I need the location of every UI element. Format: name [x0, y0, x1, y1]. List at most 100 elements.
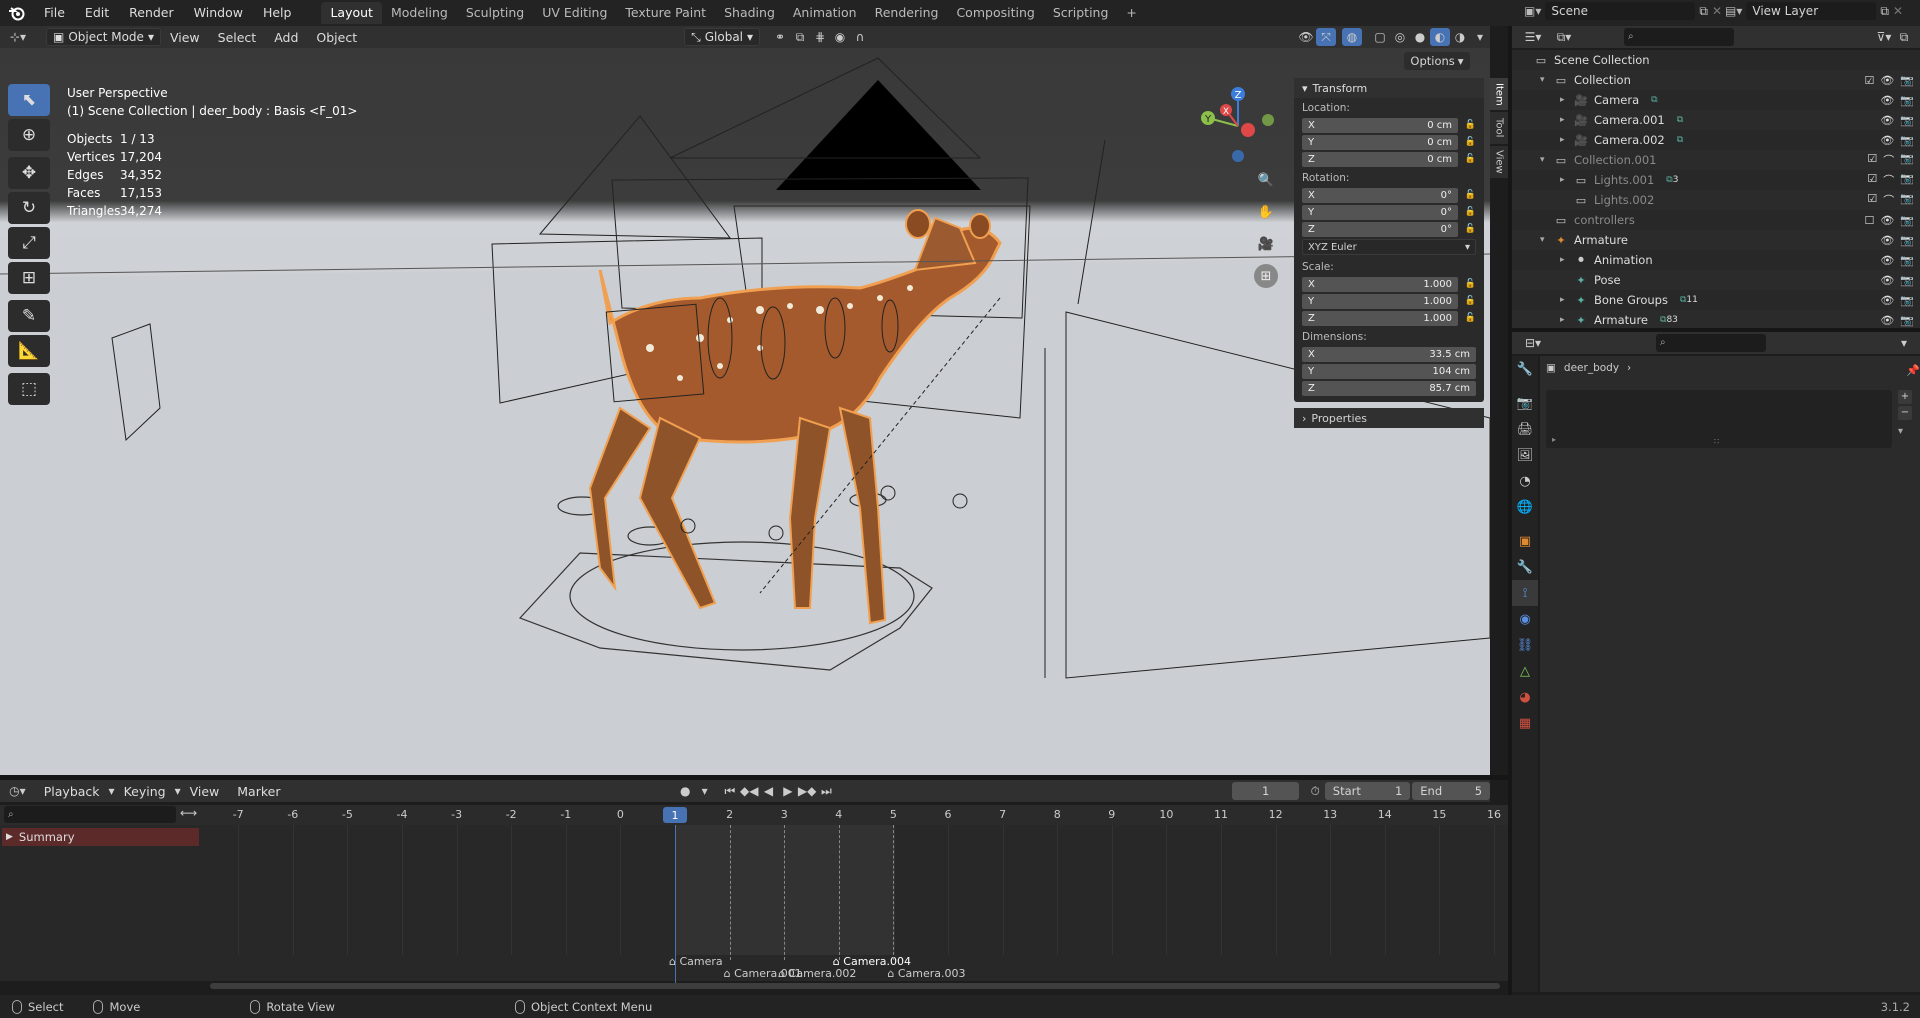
tool-icon[interactable]: 🔧 — [1512, 356, 1538, 382]
render-camera-icon[interactable]: 📷 — [1900, 74, 1914, 87]
timeline-menu-playback[interactable]: Playback — [35, 784, 109, 799]
dimensions-z-field[interactable]: Z 85.7 cm — [1302, 380, 1476, 396]
visibility-eye-icon[interactable]: ⌒ — [1883, 172, 1894, 188]
lock-icon[interactable]: 🔓 — [1458, 313, 1476, 323]
rotation-mode-dropdown[interactable]: XYZ Euler ▾ — [1302, 239, 1476, 255]
exclude-checkbox-icon[interactable]: ☑ — [1864, 74, 1874, 87]
render-camera-icon[interactable]: 📷 — [1900, 314, 1914, 327]
viewport-menu-select[interactable]: Select — [209, 30, 266, 45]
move-tool-icon[interactable]: ✥ — [8, 157, 50, 189]
new-collection-icon[interactable]: ⧉ — [1894, 28, 1914, 46]
mode-dropdown[interactable]: ▣ Object Mode ▾ — [46, 28, 161, 46]
select-tool-icon[interactable]: ⬉ — [8, 84, 50, 116]
outliner-row[interactable]: ▸ 🎥 Camera ⧉ 👁 📷 — [1512, 90, 1920, 110]
location-y-field[interactable]: Y 0 cm 🔓 — [1302, 134, 1476, 150]
camera-view-icon[interactable]: 🎥 — [1254, 232, 1278, 256]
view-layer-new-icon[interactable]: ⧉ — [1880, 4, 1889, 19]
editor-type-icon[interactable]: ⊹▾ — [0, 28, 36, 46]
workspace-tab-modeling[interactable]: Modeling — [382, 2, 457, 24]
start-frame-field[interactable]: Start 1 — [1324, 782, 1411, 800]
menu-file[interactable]: File — [34, 0, 75, 26]
outliner-row[interactable]: ▸ ⏺ Animation 👁 📷 — [1512, 250, 1920, 270]
lock-icon[interactable]: 🔓 — [1458, 190, 1476, 200]
material-shading-icon[interactable]: ◐ — [1430, 28, 1450, 46]
visibility-eye-icon[interactable]: 👁 — [1880, 74, 1894, 87]
overlay-toggle-icon[interactable]: ◍ — [1342, 28, 1362, 46]
render-camera-icon[interactable]: 📷 — [1900, 254, 1914, 267]
annotate-tool-icon[interactable]: ✎ — [8, 300, 50, 332]
exclude-checkbox-icon[interactable]: ☑ — [1867, 152, 1877, 168]
sidebar-tab-item[interactable]: Item — [1490, 78, 1508, 110]
editor-type-icon[interactable]: ⊟▾ — [1516, 334, 1550, 352]
snap-icon[interactable]: ⧉ — [790, 28, 810, 46]
exclude-checkbox-icon[interactable]: ☐ — [1864, 214, 1874, 227]
outliner-row[interactable]: ▸ ✦ Armature ⧉83 👁 📷 — [1512, 310, 1920, 328]
current-frame-field[interactable]: 1 — [1231, 782, 1300, 800]
outliner-row[interactable]: ✦ Pose 👁 📷 — [1512, 270, 1920, 290]
menu-edit[interactable]: Edit — [75, 0, 119, 26]
render-camera-icon[interactable]: 📷 — [1900, 134, 1914, 147]
shading-options-icon[interactable]: ▾ — [1470, 28, 1490, 46]
scene-icon[interactable]: ◔ — [1512, 468, 1538, 494]
particles-icon[interactable]: ⟟ — [1512, 580, 1538, 606]
chevron-down-icon[interactable]: ▾ — [1540, 155, 1552, 165]
editor-type-icon[interactable]: ◷▾ — [0, 782, 35, 800]
snap-target-icon[interactable]: ⋕ — [810, 28, 830, 46]
render-camera-icon[interactable]: 📷 — [1900, 294, 1914, 307]
chevron-down-icon[interactable]: ▾ — [1540, 235, 1552, 245]
menu-window[interactable]: Window — [184, 0, 253, 26]
view-layer-name-field[interactable]: View Layer — [1746, 2, 1877, 20]
pin-icon[interactable]: 📌 — [1906, 364, 1920, 377]
camera-marker[interactable]: ⌂ Camera.002 — [778, 967, 856, 980]
properties-subpanel-header[interactable]: › Properties — [1294, 408, 1484, 428]
pivot-icon[interactable]: ⚭ — [770, 28, 790, 46]
visibility-eye-icon[interactable]: 👁 — [1880, 314, 1894, 327]
play-icon[interactable]: ▶ — [778, 782, 797, 800]
ortho-toggle-icon[interactable]: ⊞ — [1254, 264, 1278, 288]
child-count-badge[interactable]: ⧉ — [1677, 135, 1683, 145]
measure-tool-icon[interactable]: 📐 — [8, 335, 50, 367]
child-count-badge[interactable]: ⧉3 — [1666, 175, 1678, 185]
outliner-row[interactable]: ▾ ▭ Collection.001 ☑ ⌒ 📷 — [1512, 150, 1920, 170]
area-divider[interactable] — [1512, 328, 1920, 332]
visibility-eye-icon[interactable]: 👁 — [1880, 274, 1894, 287]
chevron-right-icon[interactable]: ▸ — [1560, 135, 1572, 145]
shape-keys-list[interactable]: ▸ ∷ — [1546, 390, 1892, 448]
viewport-menu-view[interactable]: View — [161, 30, 209, 45]
object-icon[interactable]: ▣ — [1512, 528, 1538, 554]
visibility-eye-icon[interactable]: 👁 — [1880, 134, 1894, 147]
scale-x-field[interactable]: X 1.000 🔓 — [1302, 276, 1476, 292]
render-camera-icon[interactable]: 📷 — [1900, 114, 1914, 127]
navigation-gizmo[interactable]: Z Y X — [1196, 84, 1280, 168]
timeline-menu-view[interactable]: View — [181, 784, 229, 799]
sidebar-tab-view[interactable]: View — [1490, 146, 1508, 178]
dimensions-y-field[interactable]: Y 104 cm — [1302, 363, 1476, 379]
jump-start-icon[interactable]: ⏮ — [720, 782, 739, 800]
outliner-row[interactable]: ▭ controllers ☐ 👁 📷 — [1512, 210, 1920, 230]
workspace-tab-sculpting[interactable]: Sculpting — [457, 2, 533, 24]
scale-tool-icon[interactable]: ⤢ — [8, 227, 50, 259]
record-icon[interactable]: ● — [676, 782, 695, 800]
render-icon[interactable]: 📷 — [1512, 390, 1538, 416]
view-layer-close-icon[interactable]: ✕ — [1893, 4, 1903, 18]
physics-icon[interactable]: ◉ — [1512, 606, 1538, 632]
modifier-icon[interactable]: 🔧 — [1512, 554, 1538, 580]
area-divider[interactable] — [0, 775, 1508, 780]
child-count-badge[interactable]: ⧉83 — [1660, 315, 1678, 325]
current-frame-indicator[interactable]: 1 — [663, 807, 687, 823]
workspace-tab-scripting[interactable]: Scripting — [1044, 2, 1118, 24]
visibility-eye-icon[interactable]: 👁 — [1880, 214, 1894, 227]
viewport-menu-object[interactable]: Object — [307, 30, 366, 45]
falloff-icon[interactable]: ∩ — [850, 28, 870, 46]
lock-icon[interactable]: 🔓 — [1458, 207, 1476, 217]
location-z-field[interactable]: Z 0 cm 🔓 — [1302, 151, 1476, 167]
child-count-badge[interactable]: ⧉11 — [1680, 295, 1698, 305]
lock-icon[interactable]: 🔓 — [1458, 137, 1476, 147]
transform-tool-icon[interactable]: ⊞ — [8, 262, 50, 294]
filter-icon[interactable]: ⊽▾ — [1874, 28, 1894, 46]
world-icon[interactable]: 🌐 — [1512, 494, 1538, 520]
chevron-right-icon[interactable]: ▸ — [1560, 255, 1572, 265]
timeline-search-input[interactable]: ⌕ — [4, 806, 176, 823]
texture-icon[interactable]: ▦ — [1512, 710, 1538, 736]
lock-icon[interactable]: 🔓 — [1458, 154, 1476, 164]
